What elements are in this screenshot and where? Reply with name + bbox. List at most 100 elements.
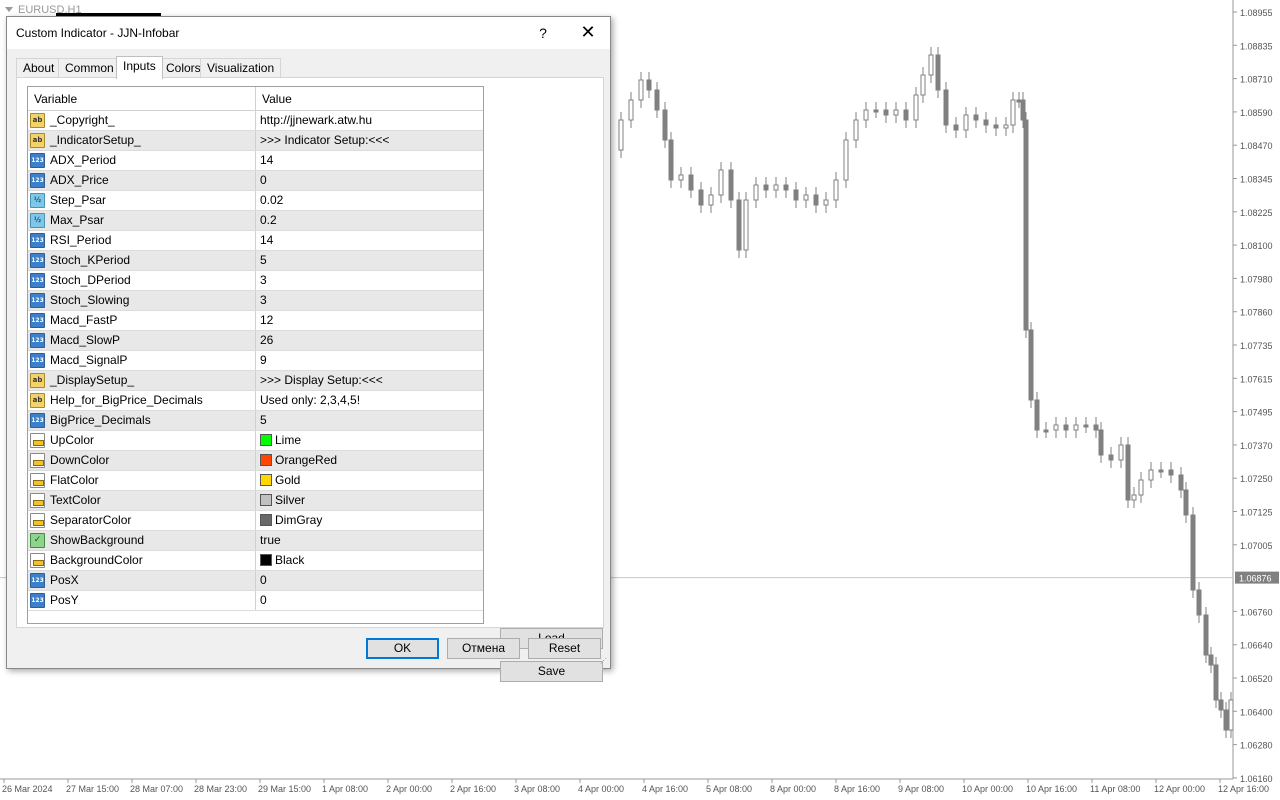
variable-value[interactable]: DimGray bbox=[275, 511, 322, 530]
value-cell[interactable]: 14 bbox=[256, 231, 483, 250]
value-cell[interactable]: Black bbox=[256, 551, 483, 570]
table-row[interactable]: TextColor Silver bbox=[28, 491, 483, 511]
variable-value[interactable]: Lime bbox=[275, 431, 301, 450]
value-cell[interactable]: 0 bbox=[256, 571, 483, 590]
variable-value[interactable]: 12 bbox=[260, 311, 273, 330]
color-swatch[interactable] bbox=[260, 494, 272, 506]
reset-button[interactable]: Reset bbox=[528, 638, 601, 659]
resize-grip-icon[interactable]: ⋰ bbox=[600, 658, 608, 666]
color-swatch[interactable] bbox=[260, 474, 272, 486]
table-row[interactable]: ½ Max_Psar 0.2 bbox=[28, 211, 483, 231]
variable-value[interactable]: 9 bbox=[260, 351, 267, 370]
table-row[interactable]: ab _DisplaySetup_ >>> Display Setup:<<< bbox=[28, 371, 483, 391]
close-button[interactable]: ✕ bbox=[572, 17, 604, 49]
variable-value[interactable]: 0.2 bbox=[260, 211, 277, 230]
value-cell[interactable]: 9 bbox=[256, 351, 483, 370]
color-swatch[interactable] bbox=[260, 434, 272, 446]
variable-value[interactable]: 0 bbox=[260, 591, 267, 610]
table-row[interactable]: 123 ADX_Period 14 bbox=[28, 151, 483, 171]
variable-value[interactable]: Used only: 2,3,4,5! bbox=[260, 391, 360, 410]
value-cell[interactable]: Gold bbox=[256, 471, 483, 490]
tab-about[interactable]: About bbox=[16, 58, 62, 78]
value-cell[interactable]: Used only: 2,3,4,5! bbox=[256, 391, 483, 410]
candle-body bbox=[1138, 479, 1144, 496]
table-row[interactable]: 123 ADX_Price 0 bbox=[28, 171, 483, 191]
column-header-value[interactable]: Value bbox=[256, 87, 483, 111]
table-row[interactable]: 123 Macd_SlowP 26 bbox=[28, 331, 483, 351]
variable-value[interactable]: OrangeRed bbox=[275, 451, 337, 470]
tab-visualization[interactable]: Visualization bbox=[200, 58, 282, 78]
table-row[interactable]: ab Help_for_BigPrice_Decimals Used only: 2… bbox=[28, 391, 483, 411]
table-row[interactable]: 123 BigPrice_Decimals 5 bbox=[28, 411, 483, 431]
value-cell[interactable]: Lime bbox=[256, 431, 483, 450]
tab-inputs[interactable]: Inputs bbox=[116, 56, 163, 79]
table-row[interactable]: FlatColor Gold bbox=[28, 471, 483, 491]
table-row[interactable]: 123 RSI_Period 14 bbox=[28, 231, 483, 251]
value-cell[interactable]: 14 bbox=[256, 151, 483, 170]
variable-value[interactable]: Gold bbox=[275, 471, 300, 490]
table-row[interactable]: SeparatorColor DimGray bbox=[28, 511, 483, 531]
variable-value[interactable]: 0 bbox=[260, 171, 267, 190]
help-button[interactable]: ? bbox=[527, 17, 559, 49]
candle-body bbox=[1208, 654, 1214, 666]
value-cell[interactable]: Silver bbox=[256, 491, 483, 510]
variable-value[interactable]: 3 bbox=[260, 271, 267, 290]
variable-value[interactable]: Black bbox=[275, 551, 304, 570]
value-cell[interactable]: 3 bbox=[256, 291, 483, 310]
table-row[interactable]: 123 PosX 0 bbox=[28, 571, 483, 591]
color-swatch[interactable] bbox=[260, 454, 272, 466]
value-cell[interactable]: OrangeRed bbox=[256, 451, 483, 470]
variable-value[interactable]: true bbox=[260, 531, 281, 550]
table-row[interactable]: 123 Macd_FastP 12 bbox=[28, 311, 483, 331]
variable-value[interactable]: Silver bbox=[275, 491, 305, 510]
table-row[interactable]: UpColor Lime bbox=[28, 431, 483, 451]
value-cell[interactable]: 0 bbox=[256, 591, 483, 610]
cancel-button[interactable]: Отмена bbox=[447, 638, 520, 659]
value-cell[interactable]: 0.2 bbox=[256, 211, 483, 230]
save-button[interactable]: Save bbox=[500, 661, 603, 682]
table-row[interactable]: 123 Stoch_Slowing 3 bbox=[28, 291, 483, 311]
tab-common[interactable]: Common bbox=[58, 58, 121, 78]
color-swatch[interactable] bbox=[260, 554, 272, 566]
variable-value[interactable]: 26 bbox=[260, 331, 273, 350]
value-cell[interactable]: >>> Indicator Setup:<<< bbox=[256, 131, 483, 150]
value-cell[interactable]: 0 bbox=[256, 171, 483, 190]
variable-name: Max_Psar bbox=[50, 213, 105, 227]
table-row[interactable]: 123 Stoch_KPeriod 5 bbox=[28, 251, 483, 271]
value-cell[interactable]: 5 bbox=[256, 251, 483, 270]
variable-value[interactable]: 5 bbox=[260, 411, 267, 430]
price-tick-label: 1.08225 bbox=[1240, 208, 1273, 218]
value-cell[interactable]: http://jjnewark.atw.hu bbox=[256, 111, 483, 130]
variable-value[interactable]: 5 bbox=[260, 251, 267, 270]
table-row[interactable]: ab _IndicatorSetup_ >>> Indicator Setup:<<… bbox=[28, 131, 483, 151]
value-cell[interactable]: 12 bbox=[256, 311, 483, 330]
variable-value[interactable]: 3 bbox=[260, 291, 267, 310]
value-cell[interactable]: >>> Display Setup:<<< bbox=[256, 371, 483, 390]
chart-menu-icon[interactable] bbox=[5, 7, 13, 12]
value-cell[interactable]: 26 bbox=[256, 331, 483, 350]
table-row[interactable]: 123 PosY 0 bbox=[28, 591, 483, 611]
variable-value[interactable]: 0.02 bbox=[260, 191, 283, 210]
table-row[interactable]: ab _Copyright_ http://jjnewark.atw.hu bbox=[28, 111, 483, 131]
value-cell[interactable]: 3 bbox=[256, 271, 483, 290]
table-row[interactable]: ✓ ShowBackground true bbox=[28, 531, 483, 551]
table-row[interactable]: 123 Stoch_DPeriod 3 bbox=[28, 271, 483, 291]
ok-button[interactable]: OK bbox=[366, 638, 439, 659]
table-row[interactable]: DownColor OrangeRed bbox=[28, 451, 483, 471]
value-cell[interactable]: 0.02 bbox=[256, 191, 483, 210]
table-row[interactable]: 123 Macd_SignalP 9 bbox=[28, 351, 483, 371]
value-cell[interactable]: DimGray bbox=[256, 511, 483, 530]
variable-value[interactable]: >>> Display Setup:<<< bbox=[260, 371, 383, 390]
variable-value[interactable]: 14 bbox=[260, 151, 273, 170]
variable-value[interactable]: http://jjnewark.atw.hu bbox=[260, 111, 372, 130]
dialog-titlebar[interactable]: Custom Indicator - JJN-Infobar ? ✕ bbox=[7, 17, 610, 49]
variable-value[interactable]: >>> Indicator Setup:<<< bbox=[260, 131, 389, 150]
variable-value[interactable]: 14 bbox=[260, 231, 273, 250]
variable-value[interactable]: 0 bbox=[260, 571, 267, 590]
color-swatch[interactable] bbox=[260, 514, 272, 526]
value-cell[interactable]: true bbox=[256, 531, 483, 550]
column-header-variable[interactable]: Variable bbox=[28, 87, 256, 111]
table-row[interactable]: BackgroundColor Black bbox=[28, 551, 483, 571]
value-cell[interactable]: 5 bbox=[256, 411, 483, 430]
table-row[interactable]: ½ Step_Psar 0.02 bbox=[28, 191, 483, 211]
